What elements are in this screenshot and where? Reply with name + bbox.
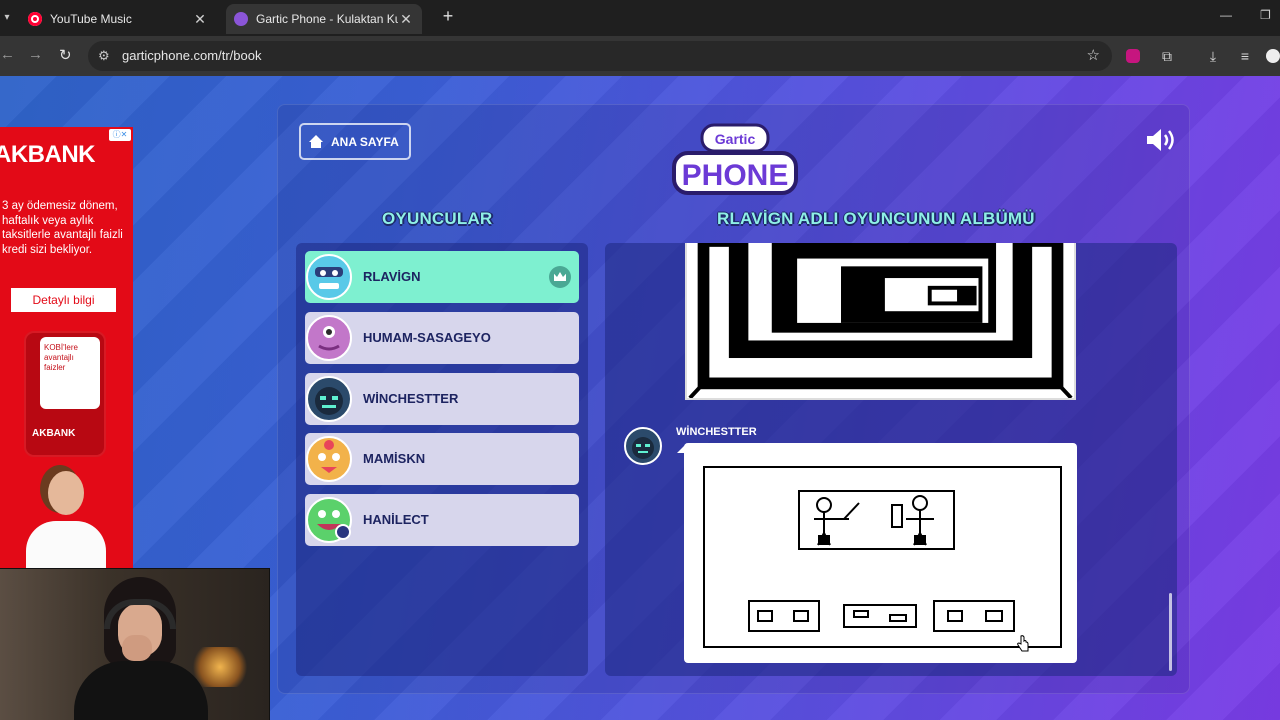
close-icon[interactable]: ✕ bbox=[192, 11, 208, 28]
hand-cursor-icon bbox=[1017, 635, 1029, 652]
sound-icon[interactable] bbox=[1145, 127, 1179, 153]
tab-title: Gartic Phone - Kulaktan Kulağa bbox=[256, 12, 398, 26]
address-bar[interactable]: ⚙ garticphone.com/tr/book ☆ bbox=[88, 41, 1112, 71]
forward-icon[interactable]: → bbox=[28, 46, 43, 63]
url-text: garticphone.com/tr/book bbox=[122, 48, 262, 63]
logo-bottom-text: PHONE bbox=[682, 159, 789, 192]
tab-gartic-phone[interactable]: Gartic Phone - Kulaktan Kulağa ✕ bbox=[226, 4, 422, 34]
game-panel: ANA SAYFA Gartic PHONE OYUNCULAR RLAVİGN… bbox=[277, 104, 1190, 694]
gartic-phone-icon bbox=[234, 12, 248, 26]
minimize-icon[interactable]: — bbox=[1220, 8, 1232, 22]
player-avatar bbox=[306, 376, 352, 422]
drawer-name: WİNCHESTTER bbox=[676, 426, 757, 438]
download-icon[interactable]: ⤓ bbox=[1204, 47, 1222, 65]
player-name: MAMİSKN bbox=[363, 451, 426, 466]
album-scrollbar[interactable] bbox=[1169, 593, 1172, 671]
extensions-puzzle-icon[interactable]: ⧉ bbox=[1158, 47, 1176, 65]
akbank-ad[interactable]: ⓘ✕ AKBANK 3 ay ödemesiz dönem, haftalık … bbox=[0, 127, 133, 568]
ad-phone-image: KOBİ'lere avantajlı faizler AKBANK bbox=[24, 331, 106, 457]
reload-icon[interactable]: ↻ bbox=[59, 46, 72, 64]
ad-choices-icon[interactable]: ⓘ✕ bbox=[109, 129, 131, 141]
home-button[interactable]: ANA SAYFA bbox=[299, 123, 411, 160]
crown-icon bbox=[549, 266, 571, 288]
player-item-mamiskn[interactable]: MAMİSKN bbox=[305, 433, 579, 485]
players-list: RLAVİGN HUMAM-SASAGEYO WİNCHESTTER MAMİS… bbox=[296, 243, 588, 676]
player-name: HANİLECT bbox=[363, 512, 429, 527]
user-icon bbox=[335, 524, 351, 540]
album-view: WİNCHESTTER bbox=[605, 243, 1177, 676]
player-name: RLAVİGN bbox=[363, 269, 421, 284]
player-item-hanilect[interactable]: HANİLECT bbox=[305, 494, 579, 546]
ad-copy: 3 ay ödemesiz dönem, haftalık veya aylık… bbox=[2, 200, 123, 256]
home-button-label: ANA SAYFA bbox=[331, 134, 399, 149]
page-content: ⓘ✕ AKBANK 3 ay ödemesiz dönem, haftalık … bbox=[0, 76, 1280, 720]
album-drawing-1 bbox=[685, 243, 1076, 400]
album-drawing-2 bbox=[684, 443, 1077, 663]
ad-brand: AKBANK bbox=[0, 141, 96, 168]
ad-card: KOBİ'lere avantajlı faizler bbox=[40, 337, 100, 409]
maximize-icon[interactable]: ❐ bbox=[1260, 8, 1271, 22]
ad-card-text: KOBİ'lere avantajlı faizler bbox=[44, 343, 78, 372]
drawer-avatar bbox=[624, 427, 662, 465]
tab-title: YouTube Music bbox=[50, 12, 132, 26]
logo-top-text: Gartic bbox=[715, 131, 756, 147]
ad-person-image bbox=[20, 467, 110, 568]
players-title: OYUNCULAR bbox=[382, 209, 493, 228]
ad-cta-button[interactable]: Detaylı bilgi bbox=[11, 288, 116, 312]
extension-icon[interactable] bbox=[1126, 49, 1140, 63]
close-icon[interactable]: ✕ bbox=[398, 11, 414, 28]
tab-youtube-music[interactable]: YouTube Music ✕ bbox=[20, 4, 216, 34]
player-avatar bbox=[306, 315, 352, 361]
browser-tabbar: ▾ YouTube Music ✕ Gartic Phone - Kulakta… bbox=[0, 0, 1280, 36]
ad-phone-brand: AKBANK bbox=[32, 428, 76, 439]
player-avatar bbox=[306, 254, 352, 300]
site-settings-icon[interactable]: ⚙ bbox=[98, 48, 110, 64]
youtube-music-icon bbox=[28, 12, 42, 26]
player-item-rlavign[interactable]: RLAVİGN bbox=[305, 251, 579, 303]
gartic-phone-logo: Gartic PHONE bbox=[672, 123, 798, 195]
bookmark-star-icon[interactable]: ☆ bbox=[1087, 46, 1100, 64]
player-item-humam-sasageyo[interactable]: HUMAM-SASAGEYO bbox=[305, 312, 579, 364]
back-icon[interactable]: ← bbox=[0, 46, 15, 63]
home-icon bbox=[309, 134, 323, 149]
player-avatar bbox=[306, 436, 352, 482]
browser-toolbar: ← → ↻ ⚙ garticphone.com/tr/book ☆ ⧉ ⤓ ≡ bbox=[0, 36, 1280, 76]
webcam-overlay bbox=[0, 568, 270, 720]
player-item-winchestter[interactable]: WİNCHESTTER bbox=[305, 373, 579, 425]
player-name: WİNCHESTTER bbox=[363, 391, 459, 406]
media-control-icon[interactable]: ≡ bbox=[1236, 47, 1254, 65]
album-title: RLAVİGN ADLI OYUNCUNUN ALBÜMÜ bbox=[717, 209, 1035, 228]
new-tab-icon[interactable]: + bbox=[438, 6, 458, 27]
profile-avatar[interactable] bbox=[1266, 49, 1280, 63]
tab-list-icon[interactable]: ▾ bbox=[0, 8, 14, 28]
player-name: HUMAM-SASAGEYO bbox=[363, 330, 491, 345]
